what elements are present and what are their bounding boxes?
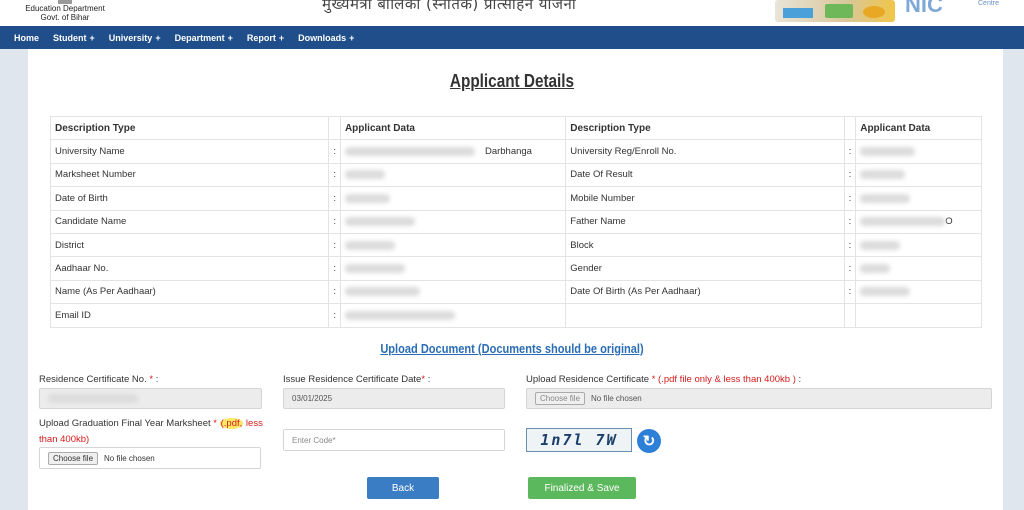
row-value [339, 256, 567, 281]
row-separator: : [843, 139, 857, 164]
row-separator: : [328, 162, 341, 188]
residence-no-label: Residence Certificate No. * : [39, 374, 159, 385]
table-row: Date of Birth : Mobile Number : [49, 186, 982, 211]
plus-icon: + [278, 32, 285, 43]
row-value [339, 186, 567, 211]
upload-residence-file-input[interactable]: Choose file No file chosen [526, 388, 992, 409]
row-separator: : [328, 232, 341, 258]
row-separator: : [843, 256, 857, 281]
nic-logo-sub: Centre [978, 0, 1000, 7]
nav-downloads[interactable]: Downloads + [298, 33, 354, 43]
table-row: Name (As Per Aadhaar) : Date Of Birth (A… [49, 279, 982, 305]
row-separator: : [328, 279, 341, 305]
col-header-description: Description Type [49, 115, 330, 141]
row-label: Date of Birth [49, 186, 330, 211]
row-label: Gender [565, 256, 845, 281]
nav-home[interactable]: Home [14, 33, 39, 43]
row-label: Mobile Number [565, 186, 845, 211]
nav-student[interactable]: Student + [53, 33, 95, 43]
row-separator: : [328, 209, 341, 234]
page-title: Applicant Details [449, 71, 575, 91]
table-row: University Name : Darbhanga University R… [49, 139, 982, 164]
department-logo: Education Department Govt. of Bihar [10, 0, 120, 22]
row-label: Father Name [565, 209, 845, 234]
table-row: Candidate Name : Father Name : O [49, 209, 982, 234]
scheme-title: मुख्यमंत्री बालिका (स्नातक) प्रोत्साहन य… [322, 0, 577, 13]
row-value [339, 209, 567, 234]
row-separator: : [843, 186, 857, 211]
row-value [339, 162, 567, 188]
row-label: Email ID [49, 303, 330, 328]
table-row: District : Block : [49, 232, 982, 258]
row-separator: : [328, 186, 341, 211]
nav-report[interactable]: Report + [247, 33, 284, 43]
row-label: University Name [49, 139, 330, 164]
upload-marksheet-label: Upload Graduation Final Year Marksheet *… [39, 418, 263, 445]
row-label: Candidate Name [49, 209, 330, 234]
captcha-code-input[interactable]: Enter Code* [283, 429, 505, 451]
plus-icon: + [89, 32, 95, 43]
row-separator: : [843, 232, 857, 258]
row-label: Aadhaar No. [49, 256, 330, 281]
row-label: Date Of Result [565, 162, 845, 188]
nav-university[interactable]: University + [109, 33, 161, 43]
row-label: Block [565, 232, 845, 258]
applicant-details-table: Description Type Applicant Data Descript… [49, 115, 982, 328]
captcha-image: 1n7l 7W [526, 428, 632, 452]
upload-marksheet-file-input[interactable]: Choose file No file chosen [39, 447, 261, 469]
row-value [339, 303, 567, 328]
row-value [855, 186, 982, 211]
row-value [855, 279, 982, 305]
row-label: Marksheet Number [49, 162, 330, 188]
col-header-applicant-data: Applicant Data [855, 115, 982, 141]
row-label: Date Of Birth (As Per Aadhaar) [565, 279, 845, 305]
file-status: No file chosen [591, 394, 642, 403]
row-separator: : [843, 209, 857, 234]
row-separator: : [328, 303, 341, 328]
issue-date-label: Issue Residence Certificate Date* : [283, 374, 431, 385]
back-button[interactable]: Back [367, 477, 439, 499]
table-row: Aadhaar No. : Gender : [49, 256, 982, 281]
row-label: University Reg/Enroll No. [565, 139, 845, 164]
row-separator: : [328, 256, 341, 281]
row-separator: : [843, 279, 857, 305]
row-value: O [855, 209, 982, 234]
site-header: Education Department Govt. of Bihar मुख्… [0, 0, 1024, 26]
row-value [339, 232, 567, 258]
banner-image [775, 0, 895, 22]
dept-line-1: Education Department [25, 4, 105, 13]
row-label [565, 303, 845, 328]
table-header-row: Description Type Applicant Data Descript… [49, 115, 982, 141]
col-header-applicant-data: Applicant Data [339, 115, 567, 141]
choose-file-button[interactable]: Choose file [535, 392, 586, 405]
col-header-description: Description Type [565, 115, 845, 141]
issue-date-input[interactable]: 03/01/2025 [283, 388, 505, 409]
row-value [855, 256, 982, 281]
upload-residence-label: Upload Residence Certificate * (.pdf fil… [526, 374, 802, 385]
row-separator: : [843, 162, 857, 188]
row-label: Name (As Per Aadhaar) [49, 279, 330, 305]
nav-department[interactable]: Department + [175, 33, 233, 43]
nic-logo: NIC [905, 0, 943, 17]
dept-line-2: Govt. of Bihar [40, 13, 90, 22]
row-value [855, 139, 982, 164]
file-status: No file chosen [104, 453, 155, 463]
table-row: Marksheet Number : Date Of Result : [49, 162, 982, 188]
refresh-captcha-icon[interactable]: ↻ [637, 429, 661, 453]
row-label: District [49, 232, 330, 258]
plus-icon: + [155, 32, 161, 43]
finalize-save-button[interactable]: Finalized & Save [528, 477, 636, 499]
row-separator: : [328, 139, 341, 164]
residence-no-input[interactable] [39, 388, 262, 409]
table-row: Email ID : [49, 303, 982, 328]
row-value [339, 279, 567, 305]
plus-icon: + [349, 32, 355, 43]
row-value [855, 162, 982, 188]
upload-document-heading: Upload Document (Documents should be ori… [380, 341, 644, 356]
row-value: Darbhanga [339, 139, 567, 164]
row-value [855, 232, 982, 258]
plus-icon: + [227, 32, 233, 43]
choose-file-button[interactable]: Choose file [48, 451, 99, 465]
main-navbar: Home Student + University + Department + Re… [0, 26, 1024, 49]
